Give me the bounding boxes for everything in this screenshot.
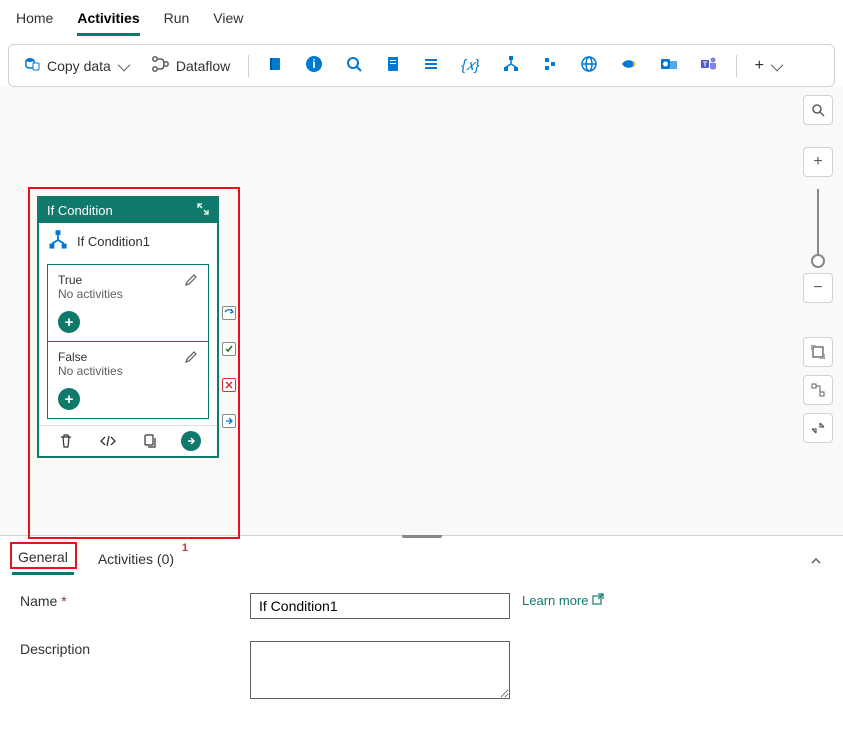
- toolbar-separator: [248, 55, 249, 77]
- notebook-button[interactable]: [261, 52, 289, 79]
- plus-icon: +: [755, 57, 764, 75]
- activity-connectors: [222, 306, 236, 428]
- code-button[interactable]: [97, 430, 119, 452]
- add-true-activity-button[interactable]: +: [58, 311, 80, 333]
- variable-button[interactable]: {𝑥}: [455, 53, 485, 78]
- branch-container: True No activities + False No activities…: [47, 264, 209, 419]
- activities-toolbar: Copy data Dataflow i {𝑥} T +: [8, 44, 835, 87]
- zoom-in-button[interactable]: +: [803, 147, 833, 177]
- info-icon: i: [305, 55, 323, 76]
- tab-home[interactable]: Home: [16, 4, 53, 36]
- activity-header: If Condition: [39, 198, 217, 223]
- pencil-icon[interactable]: [184, 350, 198, 367]
- delete-button[interactable]: [55, 430, 77, 452]
- copy-data-button[interactable]: Copy data: [19, 52, 136, 79]
- tab-general[interactable]: General: [12, 544, 74, 575]
- list-icon: [423, 56, 439, 75]
- chevron-down-icon: [770, 58, 783, 74]
- name-label: Name *: [20, 593, 250, 609]
- connector-skip[interactable]: [222, 306, 236, 320]
- external-link-icon: [592, 593, 604, 608]
- search-icon: [345, 55, 363, 76]
- name-input[interactable]: [250, 593, 510, 619]
- globe-icon: [580, 55, 598, 76]
- connector-fail[interactable]: [222, 378, 236, 392]
- notebook-icon: [267, 56, 283, 75]
- zoom-out-button[interactable]: −: [803, 273, 833, 303]
- connector-completion[interactable]: [222, 414, 236, 428]
- pencil-icon[interactable]: [184, 273, 198, 290]
- zoom-slider-thumb[interactable]: [811, 254, 825, 268]
- if-condition-activity[interactable]: If Condition If Condition1 True No activ…: [37, 196, 219, 458]
- database-icon: [25, 56, 41, 75]
- tab-view[interactable]: View: [213, 4, 243, 36]
- web-button[interactable]: [574, 51, 604, 80]
- info-button[interactable]: i: [299, 51, 329, 80]
- svg-text:T: T: [703, 62, 708, 69]
- true-branch[interactable]: True No activities +: [48, 265, 208, 341]
- pin-icon: [542, 56, 558, 75]
- list-button[interactable]: [417, 52, 445, 79]
- toolbar-separator: [736, 55, 737, 77]
- script-icon: [385, 56, 401, 75]
- activity-toolbar: [39, 425, 217, 456]
- pin-button[interactable]: [536, 52, 564, 79]
- outlook-button[interactable]: [654, 51, 684, 80]
- zoom-slider[interactable]: [817, 189, 819, 261]
- activity-name: If Condition1: [77, 234, 150, 249]
- control-flow-icon: [502, 55, 520, 76]
- control-flow-button[interactable]: [496, 51, 526, 80]
- teams-button[interactable]: T: [694, 51, 724, 80]
- script-button[interactable]: [379, 52, 407, 79]
- properties-panel: General Activities (0) 1 Name * Learn mo…: [0, 535, 843, 731]
- control-flow-icon: [47, 229, 69, 254]
- search-button[interactable]: [339, 51, 369, 80]
- false-branch[interactable]: False No activities +: [48, 341, 208, 418]
- dataflow-button[interactable]: Dataflow: [146, 52, 236, 79]
- chevron-down-icon: [117, 58, 130, 74]
- add-false-activity-button[interactable]: +: [58, 388, 80, 410]
- tab-activities-count[interactable]: Activities (0) 1: [92, 546, 180, 574]
- description-label: Description: [20, 641, 250, 657]
- yammer-icon: [620, 55, 638, 76]
- description-input[interactable]: [250, 641, 510, 699]
- outlook-icon: [660, 55, 678, 76]
- canvas-search-button[interactable]: [803, 95, 833, 125]
- learn-more-link[interactable]: Learn more: [522, 593, 604, 608]
- connector-success[interactable]: [222, 342, 236, 356]
- dataflow-icon: [152, 56, 170, 75]
- teams-icon: T: [700, 55, 718, 76]
- variable-icon: {𝑥}: [461, 57, 479, 74]
- tab-run[interactable]: Run: [164, 4, 190, 36]
- add-activity-button[interactable]: +: [749, 53, 789, 79]
- collapse-button[interactable]: [803, 413, 833, 443]
- pipeline-canvas[interactable]: If Condition If Condition1 True No activ…: [0, 87, 843, 535]
- error-badge: 1: [182, 542, 188, 554]
- auto-align-button[interactable]: [803, 375, 833, 405]
- tab-activities[interactable]: Activities: [77, 4, 139, 36]
- expand-icon[interactable]: [197, 203, 209, 218]
- copy-button[interactable]: [139, 430, 161, 452]
- svg-text:i: i: [313, 57, 316, 71]
- yammer-button[interactable]: [614, 51, 644, 80]
- run-button[interactable]: [181, 431, 201, 451]
- fit-screen-button[interactable]: [803, 337, 833, 367]
- collapse-panel-button[interactable]: [809, 551, 823, 568]
